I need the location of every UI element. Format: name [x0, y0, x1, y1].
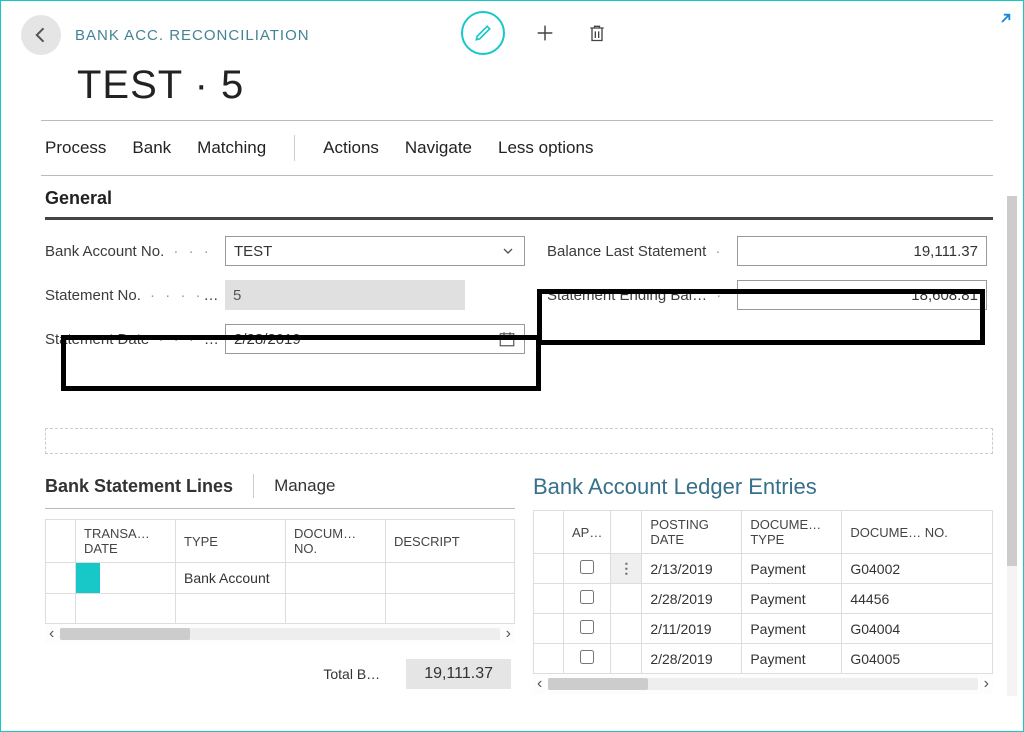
panel-separator — [253, 474, 254, 498]
tab-less-options[interactable]: Less options — [498, 138, 593, 158]
statement-ending-value: 18,608.81 — [911, 287, 978, 304]
table-row[interactable] — [46, 594, 515, 624]
statement-date-value: 2/28/2019 — [234, 331, 301, 348]
calendar-icon[interactable] — [498, 330, 516, 348]
scroll-thumb[interactable] — [548, 678, 648, 690]
scroll-right-icon[interactable]: › — [984, 675, 989, 693]
scroll-thumb[interactable] — [60, 628, 190, 640]
col-document-no[interactable]: DOCUM… NO. — [286, 520, 386, 563]
statement-ending-input[interactable]: 18,608.81 — [737, 280, 987, 310]
arrow-left-icon — [31, 25, 51, 45]
selection-indicator — [76, 563, 100, 593]
h-scrollbar-right[interactable]: ‹ › — [533, 674, 993, 694]
col-menu — [611, 511, 642, 554]
dashed-placeholder — [45, 428, 993, 454]
divider — [45, 508, 515, 509]
bank-account-label: Bank Account No. · · · — [45, 243, 225, 260]
applied-checkbox[interactable] — [580, 590, 594, 604]
general-fields: Bank Account No. · · · TEST Statement No… — [1, 220, 1023, 356]
divider — [41, 175, 993, 176]
statement-lines-table: TRANSA… DATE TYPE DOCUM… NO. DESCRIPT Ba… — [45, 519, 515, 624]
page-title: TEST · 5 — [77, 63, 1023, 108]
col-doc-no[interactable]: DOCUME… NO. — [842, 511, 993, 554]
statement-date-label: Statement Date · · · · · · — [45, 331, 225, 348]
scroll-left-icon[interactable]: ‹ — [49, 625, 54, 643]
statement-ending-label: Statement Ending Bal… · — [547, 287, 737, 304]
v-scroll-thumb[interactable] — [1007, 196, 1017, 566]
v-scrollbar[interactable] — [1007, 196, 1017, 696]
ledger-entries-panel: Bank Account Ledger Entries AP… POSTING … — [533, 474, 993, 694]
statement-no-value: 5 — [225, 280, 465, 310]
bank-account-value: TEST — [234, 243, 272, 260]
scroll-right-icon[interactable]: › — [506, 625, 511, 643]
col-transaction-date[interactable]: TRANSA… DATE — [76, 520, 176, 563]
pencil-icon — [473, 23, 493, 43]
row-menu-button[interactable]: ⋮ — [611, 554, 642, 584]
balance-last-value: 19,111.37 — [913, 243, 978, 260]
applied-checkbox[interactable] — [580, 650, 594, 664]
table-row[interactable]: Bank Account — [46, 563, 515, 594]
edit-button[interactable] — [461, 11, 505, 55]
delete-button[interactable] — [585, 21, 609, 45]
ledger-heading: Bank Account Ledger Entries — [533, 474, 993, 500]
ledger-table: AP… POSTING DATE DOCUME… TYPE DOCUME… NO… — [533, 510, 993, 674]
table-row[interactable]: 2/28/2019 Payment 44456 — [534, 584, 993, 614]
applied-checkbox[interactable] — [580, 620, 594, 634]
balance-last-input[interactable]: 19,111.37 — [737, 236, 987, 266]
h-scrollbar-left[interactable]: ‹ › — [45, 624, 515, 644]
plus-icon — [534, 22, 556, 44]
col-applied[interactable]: AP… — [564, 511, 611, 554]
col-blank — [534, 511, 564, 554]
table-row[interactable]: 2/28/2019 Payment G04005 — [534, 644, 993, 674]
tab-process[interactable]: Process — [45, 138, 106, 158]
col-posting-date[interactable]: POSTING DATE — [642, 511, 742, 554]
tab-bank[interactable]: Bank — [132, 138, 171, 158]
action-bar: Process Bank Matching Actions Navigate L… — [1, 121, 1023, 175]
tab-navigate[interactable]: Navigate — [405, 138, 472, 158]
scroll-left-icon[interactable]: ‹ — [537, 675, 542, 693]
breadcrumb: BANK ACC. RECONCILIATION — [75, 27, 310, 44]
total-balance-value: 19,111.37 — [406, 659, 511, 689]
col-type[interactable]: TYPE — [176, 520, 286, 563]
col-blank — [46, 520, 76, 563]
manage-button[interactable]: Manage — [274, 476, 335, 496]
statement-date-input[interactable]: 2/28/2019 — [225, 324, 525, 354]
new-button[interactable] — [533, 21, 557, 45]
col-doc-type[interactable]: DOCUME… TYPE — [742, 511, 842, 554]
statement-lines-heading: Bank Statement Lines — [45, 476, 233, 497]
col-description[interactable]: DESCRIPT — [386, 520, 515, 563]
bank-statement-lines-panel: Bank Statement Lines Manage TRANSA… DATE… — [45, 474, 515, 694]
tab-matching[interactable]: Matching — [197, 138, 266, 158]
total-balance-label: Total B… — [323, 666, 380, 682]
tab-actions[interactable]: Actions — [323, 138, 379, 158]
applied-checkbox[interactable] — [580, 560, 594, 574]
bank-account-dropdown[interactable]: TEST — [225, 236, 525, 266]
balance-last-label: Balance Last Statement · — [547, 243, 737, 260]
chevron-down-icon — [500, 243, 516, 259]
back-button[interactable] — [21, 15, 61, 55]
statement-no-label: Statement No. · · · · · · · — [45, 287, 225, 304]
table-row[interactable]: 2/11/2019 Payment G04004 — [534, 614, 993, 644]
tab-separator — [294, 135, 295, 161]
row1-type[interactable]: Bank Account — [176, 563, 286, 594]
expand-button[interactable] — [991, 11, 1015, 35]
section-general-heading: General — [45, 188, 993, 213]
expand-icon — [991, 11, 1013, 33]
table-row[interactable]: ⋮ 2/13/2019 Payment G04002 — [534, 554, 993, 584]
trash-icon — [587, 22, 607, 44]
